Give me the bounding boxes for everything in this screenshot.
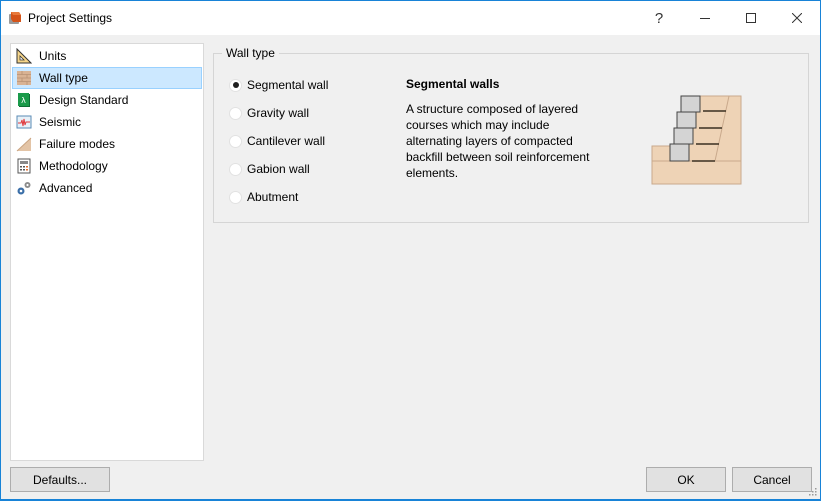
- wall-type-group-label: Wall type: [222, 46, 279, 60]
- sidebar-item-label: Wall type: [39, 71, 88, 85]
- sidebar-item-methodology[interactable]: Methodology: [12, 155, 202, 177]
- brick-wall-icon: [17, 71, 31, 85]
- design-standard-book-icon: λ: [18, 93, 30, 107]
- maximize-icon: [746, 13, 756, 23]
- segmental-wall-diagram: [651, 95, 742, 185]
- cancel-button[interactable]: Cancel: [732, 467, 812, 492]
- sidebar-item-label: Methodology: [39, 159, 108, 173]
- wall-description-title: Segmental walls: [406, 77, 500, 91]
- minimize-button[interactable]: [682, 1, 728, 35]
- project-settings-dialog: Project Settings ? Units Wall type λ Des…: [0, 0, 821, 501]
- radio-button[interactable]: [229, 190, 242, 204]
- title-bar[interactable]: Project Settings ?: [1, 1, 820, 35]
- sidebar-item-label: Seismic: [39, 115, 82, 129]
- radio-gabion-wall[interactable]: Gabion wall: [229, 161, 310, 177]
- radio-button[interactable]: [229, 106, 242, 120]
- radio-cantilever-wall[interactable]: Cantilever wall: [229, 133, 325, 149]
- radio-segmental-wall[interactable]: Segmental wall: [229, 77, 328, 93]
- radio-button[interactable]: [229, 134, 242, 148]
- close-button[interactable]: [774, 1, 820, 35]
- defaults-button[interactable]: Defaults...: [10, 467, 110, 492]
- slope-icon: [16, 137, 32, 152]
- minimize-icon: [700, 18, 710, 19]
- resize-grip-icon[interactable]: [807, 486, 817, 496]
- radio-button-checked[interactable]: [229, 78, 242, 92]
- radio-label: Gravity wall: [247, 106, 310, 120]
- wall-description-text: A structure composed of layered courses …: [406, 102, 590, 180]
- radio-label: Cantilever wall: [247, 134, 326, 148]
- help-button[interactable]: ?: [636, 1, 682, 35]
- radio-button[interactable]: [229, 162, 242, 176]
- close-icon: [792, 13, 802, 23]
- radio-label: Gabion wall: [247, 162, 310, 176]
- gears-icon: [17, 182, 31, 195]
- radio-abutment[interactable]: Abutment: [229, 189, 298, 205]
- svg-text:λ: λ: [21, 96, 26, 105]
- app-icon: [9, 12, 21, 24]
- window-title: Project Settings: [28, 11, 113, 25]
- radio-label: Abutment: [247, 190, 299, 204]
- sidebar-item-advanced[interactable]: Advanced: [12, 177, 202, 199]
- settings-category-list[interactable]: Units Wall type λ Design Standard Seismi…: [10, 43, 204, 461]
- help-icon: ?: [654, 9, 664, 27]
- seismograph-icon: [16, 115, 32, 129]
- sidebar-item-label: Design Standard: [39, 93, 129, 107]
- sidebar-item-failure-modes[interactable]: Failure modes: [12, 133, 202, 155]
- maximize-button[interactable]: [728, 1, 774, 35]
- sidebar-item-label: Advanced: [39, 181, 93, 195]
- sidebar-item-wall-type[interactable]: Wall type: [12, 67, 202, 89]
- set-square-icon: [16, 48, 32, 64]
- ok-button[interactable]: OK: [646, 467, 726, 492]
- sidebar-item-seismic[interactable]: Seismic: [12, 111, 202, 133]
- calculator-icon: [17, 158, 31, 174]
- sidebar-item-label: Failure modes: [39, 137, 116, 151]
- radio-label: Segmental wall: [247, 78, 329, 92]
- sidebar-item-label: Units: [39, 49, 67, 63]
- sidebar-item-units[interactable]: Units: [12, 45, 202, 67]
- radio-gravity-wall[interactable]: Gravity wall: [229, 105, 309, 121]
- sidebar-item-design-standard[interactable]: λ Design Standard: [12, 89, 202, 111]
